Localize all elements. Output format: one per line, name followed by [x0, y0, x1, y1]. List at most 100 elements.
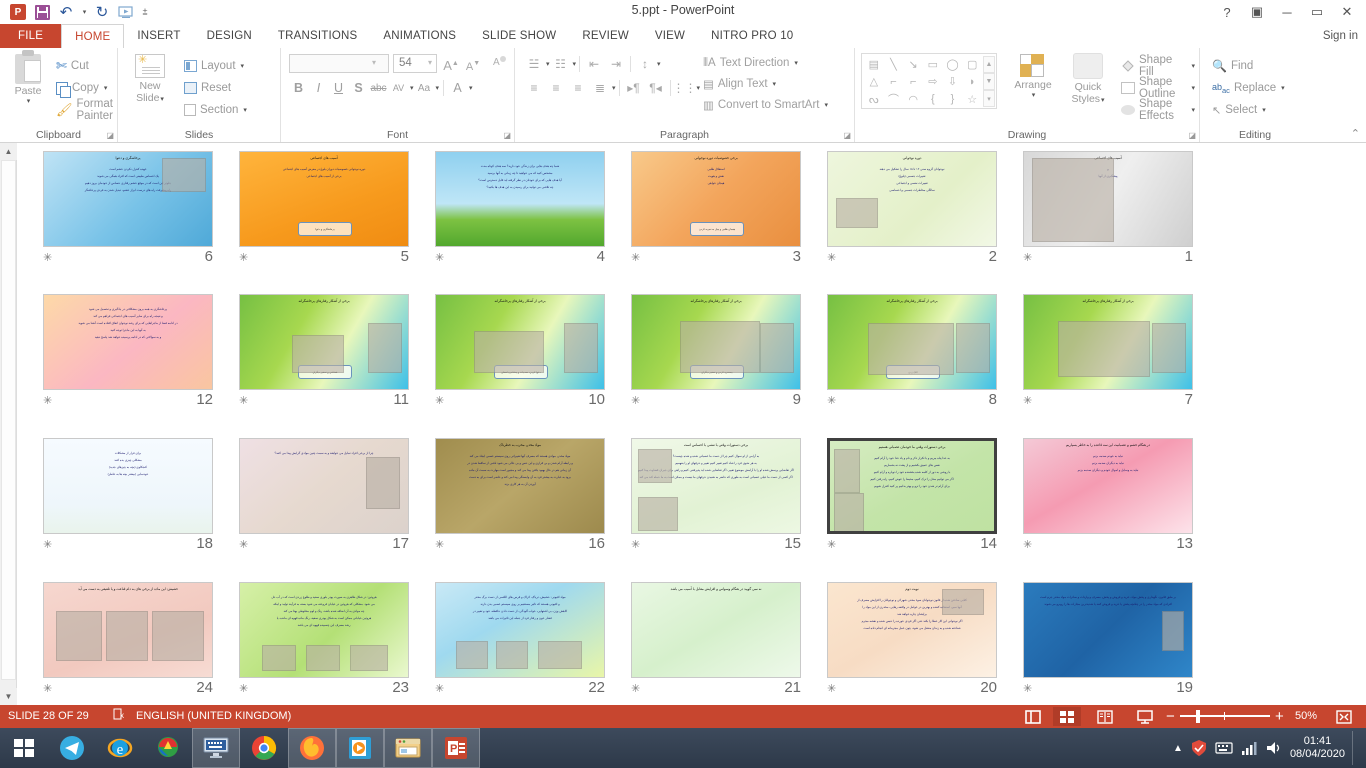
align-text-button[interactable]: ▤ Align Text ▾	[703, 74, 776, 94]
line-spacing-button[interactable]: ↕	[634, 54, 656, 74]
rtl-text-direction-button[interactable]: ¶◂	[645, 78, 667, 98]
shape-oval-icon[interactable]: ◯	[943, 56, 963, 73]
internet-download-manager-icon[interactable]	[144, 728, 192, 768]
shape-rounded-rect-icon[interactable]: ▢	[962, 56, 982, 73]
text-direction-button[interactable]: ⦀A Text Direction ▾	[703, 53, 798, 73]
paragraph-dialog-launcher[interactable]: ◪	[843, 131, 851, 140]
select-dropdown-icon[interactable]: ▾	[1262, 106, 1266, 114]
slide-thumbnail-15[interactable]: برخی دستورات وقتی با تنشی با احساس استبه…	[631, 438, 801, 534]
virtual-keyboard-icon[interactable]	[192, 728, 240, 768]
paste-dropdown-icon[interactable]: ▾	[7, 97, 50, 105]
help-button[interactable]: ?	[1212, 2, 1242, 22]
shapes-scroll-up-icon[interactable]: ▲	[983, 56, 995, 73]
slide-thumbnail-cell[interactable]: بر طبق قانون، نگهداری و پخش مواد، خرید و…	[1010, 582, 1207, 705]
show-hidden-icons-icon[interactable]: ▲	[1173, 743, 1183, 754]
character-spacing-button[interactable]: AV	[389, 78, 408, 98]
tab-home[interactable]: HOME	[61, 24, 124, 48]
view-reading[interactable]	[1091, 707, 1119, 726]
ribbon-display-options-icon[interactable]: ▣	[1242, 2, 1272, 22]
font-name-dropdown-icon[interactable]: ▾	[372, 58, 376, 67]
powerpoint-taskbar-icon[interactable]: P	[432, 728, 480, 768]
slide-animation-icon[interactable]: ✳	[827, 394, 836, 407]
telegram-icon[interactable]	[48, 728, 96, 768]
cut-button[interactable]: ✄ Cut	[52, 55, 117, 77]
mozilla-firefox-icon[interactable]	[288, 728, 336, 768]
shape-right-arrow-icon[interactable]: ⇨	[923, 73, 943, 90]
columns-button[interactable]: ⋮⋮	[674, 78, 696, 98]
slide-thumbnail-13[interactable]: در هنگام خشم و عصبانیت این سه قاعده را ب…	[1023, 438, 1193, 534]
slide-animation-icon[interactable]: ✳	[1023, 394, 1032, 407]
section-button[interactable]: Section ▾	[180, 99, 251, 121]
italic-button[interactable]: I	[309, 78, 328, 98]
slide-thumbnail-cell[interactable]: برخی از آشکار رفتارهای پرخاشگرانه✳7	[1010, 294, 1207, 424]
zoom-out-button[interactable]: −	[1166, 705, 1175, 728]
restore-button[interactable]: ▭	[1302, 2, 1332, 22]
justify-button[interactable]: ≣	[589, 78, 611, 98]
change-case-button[interactable]: Aa	[415, 78, 434, 98]
slide-animation-icon[interactable]: ✳	[1023, 682, 1032, 695]
slide-animation-icon[interactable]: ✳	[43, 394, 52, 407]
layout-dropdown-icon[interactable]: ▾	[241, 62, 245, 70]
shape-down-arrow-icon[interactable]: ⇩	[943, 73, 963, 90]
underline-button[interactable]: U	[329, 78, 348, 98]
font-size-dropdown-icon[interactable]: ▾	[428, 58, 432, 67]
slide-thumbnail-23[interactable]: هروئین: در شکل ظاهری به صورت پودر بلوری …	[239, 582, 409, 678]
view-normal[interactable]	[1019, 707, 1047, 726]
shape-outline-dropdown-icon[interactable]: ▾	[1191, 84, 1195, 92]
slide-animation-icon[interactable]: ✳	[631, 682, 640, 695]
slide-thumbnail-cell[interactable]: شما چه هدف هایی برای زندگی خود دارید؟ سه…	[422, 151, 619, 281]
font-size-input[interactable]: 54 ▾	[393, 54, 437, 73]
slide-thumbnail-cell[interactable]: مواد مخدر، مخرب به خطرناکمواد مخدر، مواد…	[422, 438, 619, 568]
slide-thumbnail-8[interactable]: برخی از آشکار رفتارهای پرخاشگرانهکتک زدن	[827, 294, 997, 390]
shape-elbow-arrow-icon[interactable]: ⌐	[903, 73, 923, 90]
reset-button[interactable]: Reset	[180, 77, 251, 99]
volume-icon[interactable]	[1265, 739, 1283, 757]
slide-thumbnail-cell[interactable]: برخی خصوصیات دوره نوجوانیاستقلال طلبینقش…	[618, 151, 815, 281]
file-explorer-icon[interactable]	[384, 728, 432, 768]
bullets-button[interactable]: ☱	[523, 54, 545, 74]
internet-explorer-icon[interactable]: e	[96, 728, 144, 768]
spellcheck-icon[interactable]: x	[112, 705, 126, 728]
align-text-dropdown-icon[interactable]: ▾	[773, 80, 777, 88]
slide-animation-icon[interactable]: ✳	[239, 682, 248, 695]
text-shadow-button[interactable]: S	[349, 78, 368, 98]
justify-dropdown-icon[interactable]: ▾	[612, 84, 616, 92]
columns-dropdown-icon[interactable]: ▾	[697, 84, 701, 92]
shape-scribble-icon[interactable]: ᔓ	[864, 91, 884, 108]
show-desktop-button[interactable]	[1352, 731, 1358, 765]
slide-thumbnail-6[interactable]: پرخاشگری و دعواعهده کنترل نکردن خشم استی…	[43, 151, 213, 247]
arrange-dropdown-icon[interactable]: ▾	[1006, 91, 1061, 99]
network-icon[interactable]	[1240, 739, 1258, 757]
slide-animation-icon[interactable]: ✳	[631, 538, 640, 551]
zoom-slider-track[interactable]	[1180, 715, 1270, 717]
slide-thumbnail-14[interactable]: برخی دستورات وقتی ما خودمان عصبانی هستیم…	[827, 438, 997, 534]
shape-effects-button[interactable]: Shape Effects ▾	[1117, 99, 1199, 121]
slide-thumbnail-cell[interactable]: برخی از آشکار رفتارهای پرخاشگرانهفحاشی و…	[226, 294, 423, 424]
view-slide-sorter[interactable]	[1053, 707, 1081, 726]
slide-thumbnail-19[interactable]: بر طبق قانون، نگهداری و پخش مواد، خرید و…	[1023, 582, 1193, 678]
start-button-icon[interactable]	[0, 728, 48, 768]
shape-outline-button[interactable]: Shape Outline ▾	[1117, 77, 1199, 99]
antivirus-tray-icon[interactable]	[1190, 739, 1208, 757]
scroll-down-icon[interactable]: ▼	[0, 688, 17, 705]
shape-textbox-icon[interactable]: ▤	[864, 56, 884, 73]
font-color-dropdown-icon[interactable]: ▾	[469, 84, 473, 92]
quick-styles-button[interactable]: Quick Styles▾	[1063, 53, 1113, 107]
scroll-up-icon[interactable]: ▲	[0, 143, 17, 160]
tab-file[interactable]: FILE	[0, 24, 61, 48]
slide-grid[interactable]: پرخاشگری و دعواعهده کنترل نکردن خشم استی…	[18, 143, 1366, 705]
slide-thumbnail-18[interactable]: برای فرار از مشکلاتمشکلی چیزی بده کنندکن…	[43, 438, 213, 534]
shape-right-brace-icon[interactable]: }	[943, 91, 963, 108]
font-name-input[interactable]: ▾	[289, 54, 389, 73]
slide-thumbnail-10[interactable]: برخی از آشکار رفتارهای پرخاشگرانهدعوا کر…	[435, 294, 605, 390]
minimize-button[interactable]: ─	[1272, 2, 1302, 22]
ltr-text-direction-button[interactable]: ▸¶	[623, 78, 645, 98]
slide-counter[interactable]: SLIDE 28 OF 29	[8, 705, 89, 728]
shape-star-icon[interactable]: ☆	[962, 91, 982, 108]
slide-thumbnail-cell[interactable]: در هنگام خشم و عصبانیت این سه قاعده را ب…	[1010, 438, 1207, 568]
tab-design[interactable]: DESIGN	[194, 24, 265, 48]
slide-animation-icon[interactable]: ✳	[827, 251, 836, 264]
google-chrome-icon[interactable]	[240, 728, 288, 768]
slide-animation-icon[interactable]: ✳	[239, 251, 248, 264]
sign-in-link[interactable]: Sign in	[1323, 24, 1358, 48]
